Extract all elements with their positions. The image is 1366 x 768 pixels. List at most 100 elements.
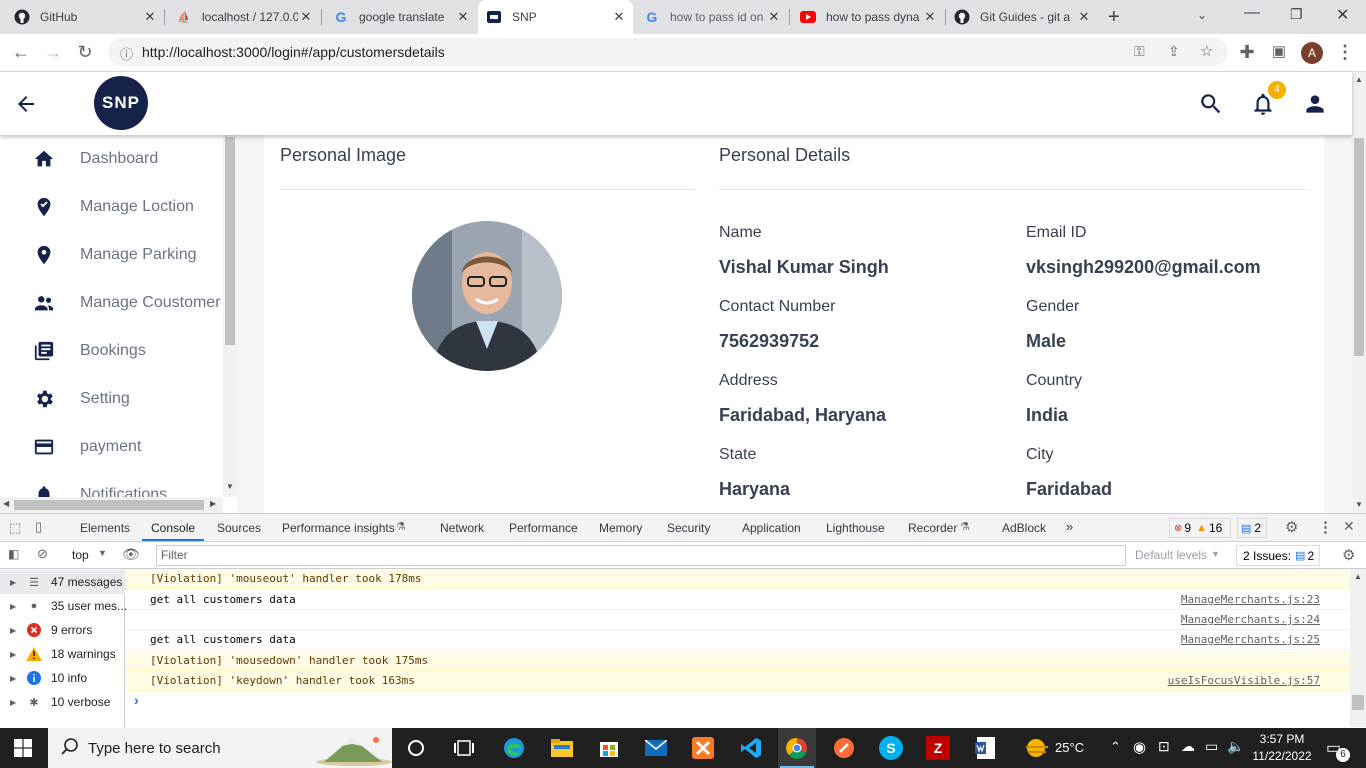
info-icon[interactable]: ⓘ <box>120 44 133 63</box>
console-scrollbar-thumb[interactable] <box>1352 695 1364 710</box>
console-source-link[interactable]: ManageMerchants.js:25 <box>1181 633 1320 646</box>
close-icon[interactable]: ✕ <box>766 9 782 25</box>
forward-arrow-icon[interactable]: → <box>42 42 64 62</box>
tab-youtube[interactable]: how to pass dyna ✕ <box>792 0 944 34</box>
dropdown-arrow-icon[interactable]: ▼ <box>98 548 107 558</box>
bookmark-star-icon[interactable]: ☆ <box>1200 42 1213 60</box>
scroll-up-arrow-icon[interactable]: ▲ <box>1354 572 1362 581</box>
skype-icon[interactable]: S <box>879 736 903 760</box>
chrome-icon[interactable] <box>785 736 809 760</box>
dropdown-arrow-icon[interactable]: ▼ <box>1211 549 1220 559</box>
taskbar-search-box[interactable]: Type here to search <box>48 728 392 768</box>
devtools-tab-console[interactable]: Console <box>151 521 195 535</box>
scroll-down-arrow-icon[interactable]: ▼ <box>1355 500 1363 509</box>
devtools-tab-adblock[interactable]: AdBlock <box>1002 521 1046 535</box>
devtools-tab-elements[interactable]: Elements <box>80 521 130 535</box>
side-panel-icon[interactable]: ▣ <box>1268 42 1290 62</box>
live-expression-eye-icon[interactable]: 👁 <box>122 546 140 563</box>
expand-arrow-icon[interactable]: ▶ <box>10 626 16 635</box>
temperature-text[interactable]: 25°C <box>1055 740 1084 755</box>
devtools-tab-application[interactable]: Application <box>742 521 801 535</box>
search-icon[interactable] <box>1198 91 1224 122</box>
devtools-tab-sources[interactable]: Sources <box>217 521 261 535</box>
menu-kebab-icon[interactable]: ⋮ <box>1334 42 1356 62</box>
tab-snp[interactable]: SNP ✕ <box>478 0 633 34</box>
sidebar-item-payment[interactable]: payment <box>0 423 223 471</box>
close-icon[interactable]: ✕ <box>1076 9 1092 25</box>
devtools-tab-security[interactable]: Security <box>667 521 710 535</box>
console-message[interactable]: get all customers data ManageMerchants.j… <box>126 630 1350 650</box>
sidebar-item-dashboard[interactable]: Dashboard <box>0 135 223 183</box>
volume-icon[interactable]: 🔈 <box>1227 738 1244 755</box>
minimize-icon[interactable]: — <box>1244 4 1260 22</box>
close-icon[interactable]: ✕ <box>298 9 314 25</box>
tab-google-translate[interactable]: G google translate ✕ <box>325 0 477 34</box>
context-selector[interactable]: top <box>72 548 89 562</box>
console-sidebar-warnings[interactable]: ▶ 18 warnings <box>0 642 125 666</box>
console-message[interactable]: get all customers data ManageMerchants.j… <box>126 590 1350 610</box>
console-filter-input[interactable]: Filter <box>156 545 1126 566</box>
windows-start-icon[interactable] <box>14 739 32 762</box>
meet-now-icon[interactable]: ⊡ <box>1158 738 1170 755</box>
console-source-link[interactable]: ManageMerchants.js:23 <box>1181 593 1320 606</box>
sidebar-item-manage-parking[interactable]: Manage Parking <box>0 231 223 279</box>
sidebar-scrollbar-thumb[interactable] <box>225 137 235 345</box>
clear-console-icon[interactable]: ⊘ <box>37 546 48 562</box>
close-icon[interactable]: ✕ <box>455 9 471 25</box>
extensions-puzzle-icon[interactable]: ✚ <box>1236 42 1258 62</box>
console-sidebar-verbose[interactable]: ▶ ✱ 10 verbose <box>0 690 125 714</box>
microsoft-store-icon[interactable] <box>597 736 621 760</box>
inspect-element-icon[interactable]: ⬚ <box>9 520 21 536</box>
reload-icon[interactable]: ↻ <box>74 42 96 62</box>
sidebar-item-manage-customer[interactable]: Manage Coustomer <box>0 279 223 327</box>
close-icon[interactable]: ✕ <box>922 9 938 25</box>
weather-icon[interactable] <box>1024 736 1050 765</box>
devtools-tab-recorder[interactable]: Recorder <box>908 521 957 535</box>
expand-arrow-icon[interactable]: ▶ <box>10 650 16 659</box>
console-message[interactable]: ManageMerchants.js:24 <box>126 610 1350 630</box>
task-view-icon[interactable] <box>452 736 476 760</box>
default-levels-dropdown[interactable]: Default levels <box>1135 548 1207 562</box>
devtools-tab-performance-insights[interactable]: Performance insights <box>282 521 395 535</box>
account-icon[interactable] <box>1302 91 1328 122</box>
show-hidden-icons-chevron-icon[interactable]: ⌃ <box>1110 739 1121 755</box>
close-icon[interactable]: ✕ <box>142 9 158 25</box>
profile-avatar[interactable]: A <box>1301 42 1323 64</box>
filezilla-icon[interactable]: Z <box>926 736 950 760</box>
record-icon[interactable]: ◉ <box>1133 738 1146 756</box>
key-icon[interactable]: ⚿ <box>1134 43 1145 60</box>
file-explorer-icon[interactable] <box>550 736 574 760</box>
page-scrollbar-thumb[interactable] <box>1354 138 1364 356</box>
vscode-icon[interactable] <box>739 736 763 760</box>
console-sidebar-errors[interactable]: ▶ 9 errors <box>0 618 125 642</box>
address-bar[interactable]: ⓘ http://localhost:3000/login#/app/custo… <box>108 38 1228 66</box>
console-message[interactable]: [Violation] 'mouseout' handler took 178m… <box>126 569 1350 589</box>
devtools-tab-network[interactable]: Network <box>440 521 484 535</box>
expand-arrow-icon[interactable]: ▶ <box>10 578 16 587</box>
tab-git-guides[interactable]: Git Guides - git a ✕ <box>946 0 1098 34</box>
devtools-tab-lighthouse[interactable]: Lighthouse <box>826 521 885 535</box>
expand-arrow-icon[interactable]: ▶ <box>10 674 16 683</box>
console-message[interactable]: [Violation] 'mousedown' handler took 175… <box>126 651 1350 671</box>
horizontal-scrollbar-thumb[interactable] <box>14 500 204 510</box>
share-icon[interactable]: ⇪ <box>1168 43 1180 60</box>
console-prompt[interactable]: › <box>134 692 139 708</box>
scroll-left-arrow-icon[interactable]: ◀ <box>3 499 9 508</box>
edge-icon[interactable] <box>502 736 526 760</box>
scroll-up-arrow-icon[interactable]: ▲ <box>1355 75 1363 84</box>
console-sidebar-info[interactable]: ▶ 10 info <box>0 666 125 690</box>
word-document-icon[interactable] <box>973 736 997 760</box>
clock-date[interactable]: 11/22/2022 <box>1251 749 1313 763</box>
back-arrow-icon[interactable]: ← <box>10 42 32 62</box>
postman-icon[interactable] <box>832 736 856 760</box>
more-tabs-icon[interactable]: » <box>1066 519 1073 534</box>
settings-gear-icon[interactable]: ⚙ <box>1285 518 1298 536</box>
console-source-link[interactable]: useIsFocusVisible.js:57 <box>1168 674 1320 687</box>
snp-logo[interactable]: SNP <box>94 76 148 130</box>
restore-icon[interactable]: ❐ <box>1290 6 1303 23</box>
scroll-right-arrow-icon[interactable]: ▶ <box>210 499 216 508</box>
error-warning-counter[interactable]: ⊗ 9 ▲ 16 <box>1169 518 1231 538</box>
sidebar-item-bookings[interactable]: Bookings <box>0 327 223 375</box>
xampp-icon[interactable] <box>691 736 715 760</box>
sidebar-toggle-icon[interactable]: ◧ <box>8 547 19 561</box>
